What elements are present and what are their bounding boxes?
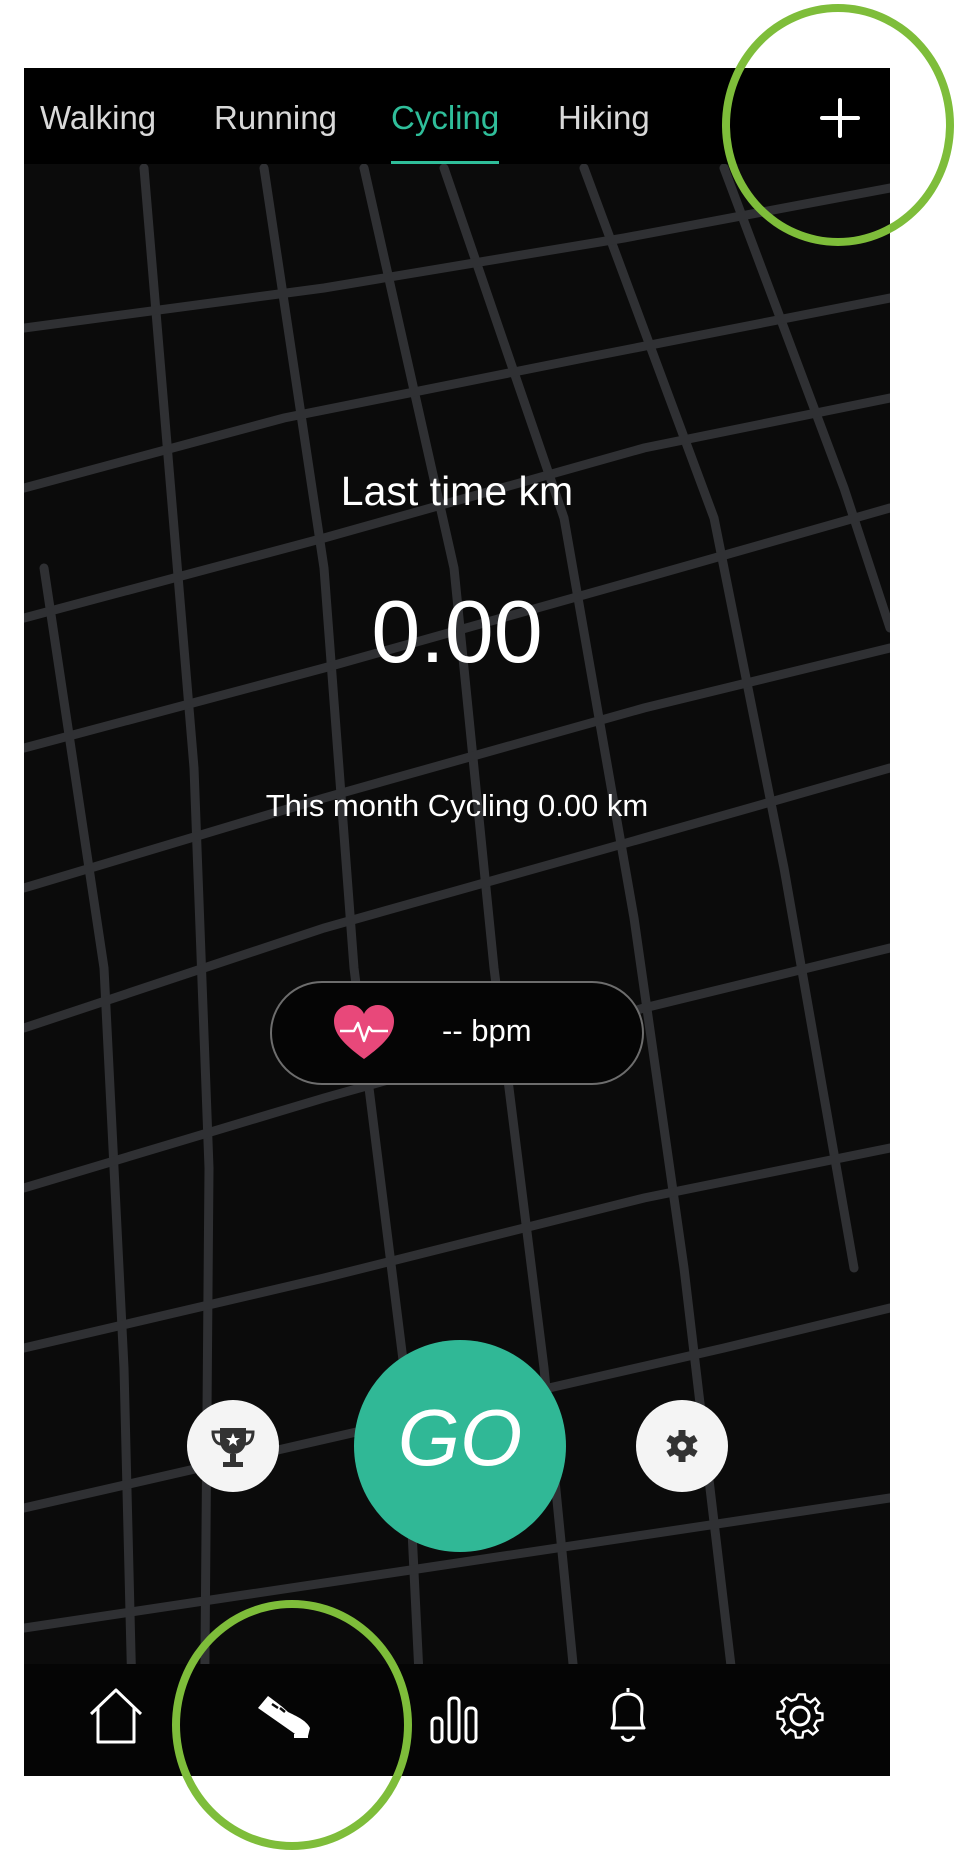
go-button-label: GO [397, 1393, 523, 1482]
nav-statistics[interactable] [416, 1674, 496, 1764]
workout-settings-button[interactable] [636, 1400, 728, 1492]
nav-settings[interactable] [760, 1674, 840, 1764]
heart-rate-pill[interactable]: -- bpm [270, 981, 644, 1085]
tab-running[interactable]: Running [214, 68, 337, 164]
tab-hiking[interactable]: Hiking [558, 68, 650, 164]
bell-icon [610, 1688, 646, 1742]
nav-home[interactable] [76, 1674, 156, 1764]
achievements-button[interactable] [187, 1400, 279, 1492]
heart-pulse-icon [334, 1005, 394, 1059]
annotation-ring-add-tab [722, 4, 954, 246]
annotation-ring-activity-nav [172, 1600, 412, 1850]
last-time-distance: 0.00 [371, 582, 543, 681]
bottom-navigation [24, 1664, 890, 1776]
tab-cycling[interactable]: Cycling [391, 68, 500, 164]
nav-notifications[interactable] [588, 1674, 668, 1764]
monthly-summary: This month Cycling 0.00 km [265, 788, 649, 823]
trophy-icon [211, 1428, 255, 1467]
settings-icon [776, 1693, 824, 1739]
bar-chart-icon [430, 1696, 478, 1744]
go-button[interactable]: GO [354, 1340, 566, 1552]
gear-icon [666, 1430, 698, 1462]
heart-rate-value: -- bpm [442, 1013, 532, 1048]
phone-screen: Walking Running Cycling Hiking Last time… [24, 68, 890, 1776]
last-time-label: Last time km [340, 468, 574, 514]
home-icon [89, 1688, 143, 1744]
active-tab-indicator [391, 161, 500, 164]
tab-walking[interactable]: Walking [40, 68, 156, 164]
